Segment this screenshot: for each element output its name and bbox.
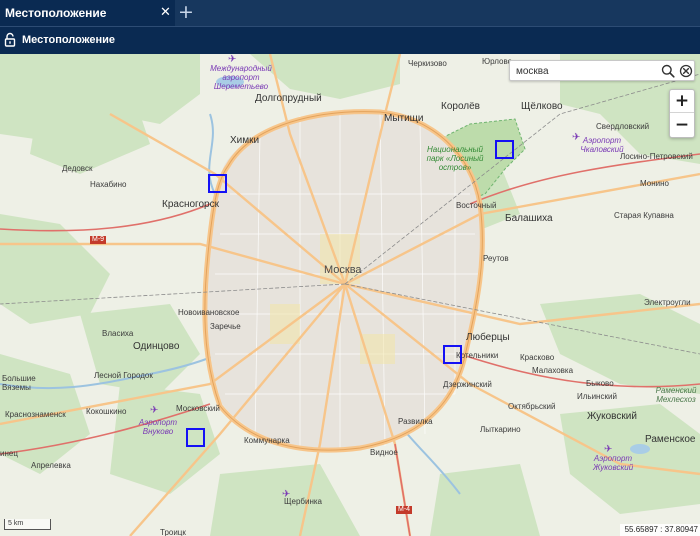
- location-marker[interactable]: [186, 428, 205, 447]
- tab-bar: Местоположение ✕ +: [0, 0, 700, 26]
- map-label-novoivankovskoe: Новоивановское: [178, 308, 240, 317]
- search-icon[interactable]: [661, 64, 675, 78]
- page-header: Местоположение: [0, 26, 700, 54]
- coordinates-readout: 55.65897 : 37.80947: [620, 524, 700, 536]
- map-label-troitsk: Троицк: [160, 528, 186, 536]
- map-view[interactable]: Черкизово Юрлово ✈ Международный аэропор…: [0, 54, 700, 536]
- map-label-zarechye: Заречье: [210, 322, 241, 331]
- map-label-bykovo: Быково: [586, 379, 614, 388]
- map-label-sheremetyevo: Международный аэропорт Шереметьево: [210, 64, 272, 91]
- add-tab-button[interactable]: +: [176, 3, 196, 23]
- map-label-kraskovo: Красково: [520, 353, 555, 362]
- map-label-khimki: Химки: [230, 135, 260, 146]
- map-label-ramenskoe: Раменское: [645, 434, 696, 445]
- map-label-kommunarka: Коммунарка: [244, 436, 290, 445]
- map-label-moskovsky: Московский: [176, 404, 220, 413]
- map-label-razvilka: Развилка: [398, 417, 433, 426]
- map-label-losino-petrovsky: Лосино-Петровский: [620, 152, 693, 161]
- location-marker[interactable]: [443, 345, 462, 364]
- map-label-elektrougli: Электроугли: [644, 298, 691, 307]
- map-label-staraya-kupavna: Старая Купавна: [614, 211, 674, 220]
- map-label-vostochny: Восточный: [456, 201, 497, 210]
- map-label-krasnoznamensk: Краснознаменск: [5, 410, 66, 419]
- zoom-out-button[interactable]: −: [670, 114, 694, 137]
- map-label-kokoshkino: Кокошкино: [86, 407, 127, 416]
- map-label-ilyinsky: Ильинский: [577, 392, 617, 401]
- map-label-bolshie-vyazemy: Большие Вяземы: [2, 374, 36, 392]
- map-label-aprelevka: Апрелевка: [31, 461, 71, 470]
- road-shield-m9: М-9: [90, 236, 107, 244]
- zoom-in-button[interactable]: +: [670, 90, 694, 113]
- map-label-kotelniki: Котельники: [456, 351, 499, 360]
- map-label-dolgoprudny: Долгопрудный: [255, 93, 322, 104]
- map-label-vidnoe: Видное: [370, 448, 398, 457]
- airport-icon: ✈: [150, 405, 159, 416]
- map-label-odintsovo: Одинцово: [133, 341, 180, 352]
- location-marker[interactable]: [208, 174, 227, 193]
- map-label-shcherbinka: Щербинка: [284, 497, 322, 506]
- search-input[interactable]: [516, 64, 656, 78]
- map-label-lytkarino: Лыткарино: [480, 425, 521, 434]
- map-label-oktyabrsky: Октябрьский: [508, 402, 556, 411]
- map-label-lyubertsy: Люберцы: [466, 332, 510, 343]
- map-label-vnukovo: Аэропорт Внуково: [138, 418, 178, 436]
- road-shield-m4: М-4: [396, 506, 413, 514]
- map-label-dzerzhinsky: Дзержинский: [443, 380, 492, 389]
- map-label-malakhovka: Малаховка: [532, 366, 574, 375]
- map-label-lesnoy-gorodok: Лесной Городок: [94, 371, 153, 380]
- close-icon[interactable]: ✕: [160, 4, 171, 20]
- page-title: Местоположение: [22, 34, 116, 46]
- map-label-shchelkovo: Щёлково: [521, 101, 563, 112]
- map-label-korolev: Королёв: [441, 101, 480, 112]
- map-label-reutov: Реутов: [483, 254, 509, 263]
- tab-location[interactable]: Местоположение ✕: [0, 0, 175, 26]
- unlock-icon[interactable]: [4, 32, 16, 47]
- map-label-zhukovsky-airport: Аэропорт Жуковский: [593, 454, 634, 472]
- map-label-balashikha: Балашиха: [505, 213, 553, 224]
- clear-icon[interactable]: [679, 64, 693, 78]
- tab-label: Местоположение: [5, 6, 107, 20]
- map-label-vlasikha: Власиха: [102, 329, 134, 338]
- scale-bar: 5 km: [4, 519, 51, 530]
- map-label-ramensky-mekhleso: Раменский Мехлесхоз: [655, 386, 697, 404]
- map-label-sverdlovsky: Свердловский: [596, 122, 650, 131]
- map-label-nakhabino: Нахабино: [90, 180, 127, 189]
- map-label-zhukovsky: Жуковский: [587, 411, 637, 422]
- map-label-national-park: Национальный парк «Лосиный остров»: [426, 145, 484, 172]
- map-label-dedovsk: Дедовск: [62, 164, 93, 173]
- location-marker[interactable]: [495, 140, 514, 159]
- map-label-moskva: Москва: [324, 264, 362, 276]
- map-label-monino: Монино: [640, 179, 669, 188]
- zoom-control: + −: [669, 89, 695, 138]
- map-label-golitsyno: инец: [0, 449, 18, 458]
- map-label-mytishchi: Мытищи: [384, 113, 424, 124]
- map-label-cherkizovo: Черкизово: [408, 59, 447, 68]
- map-label-krasnogorsk: Красногорск: [162, 199, 219, 210]
- search-box: [509, 60, 695, 81]
- map-label-yurlovo: Юрлово: [482, 57, 513, 66]
- scale-label: 5 km: [8, 520, 24, 527]
